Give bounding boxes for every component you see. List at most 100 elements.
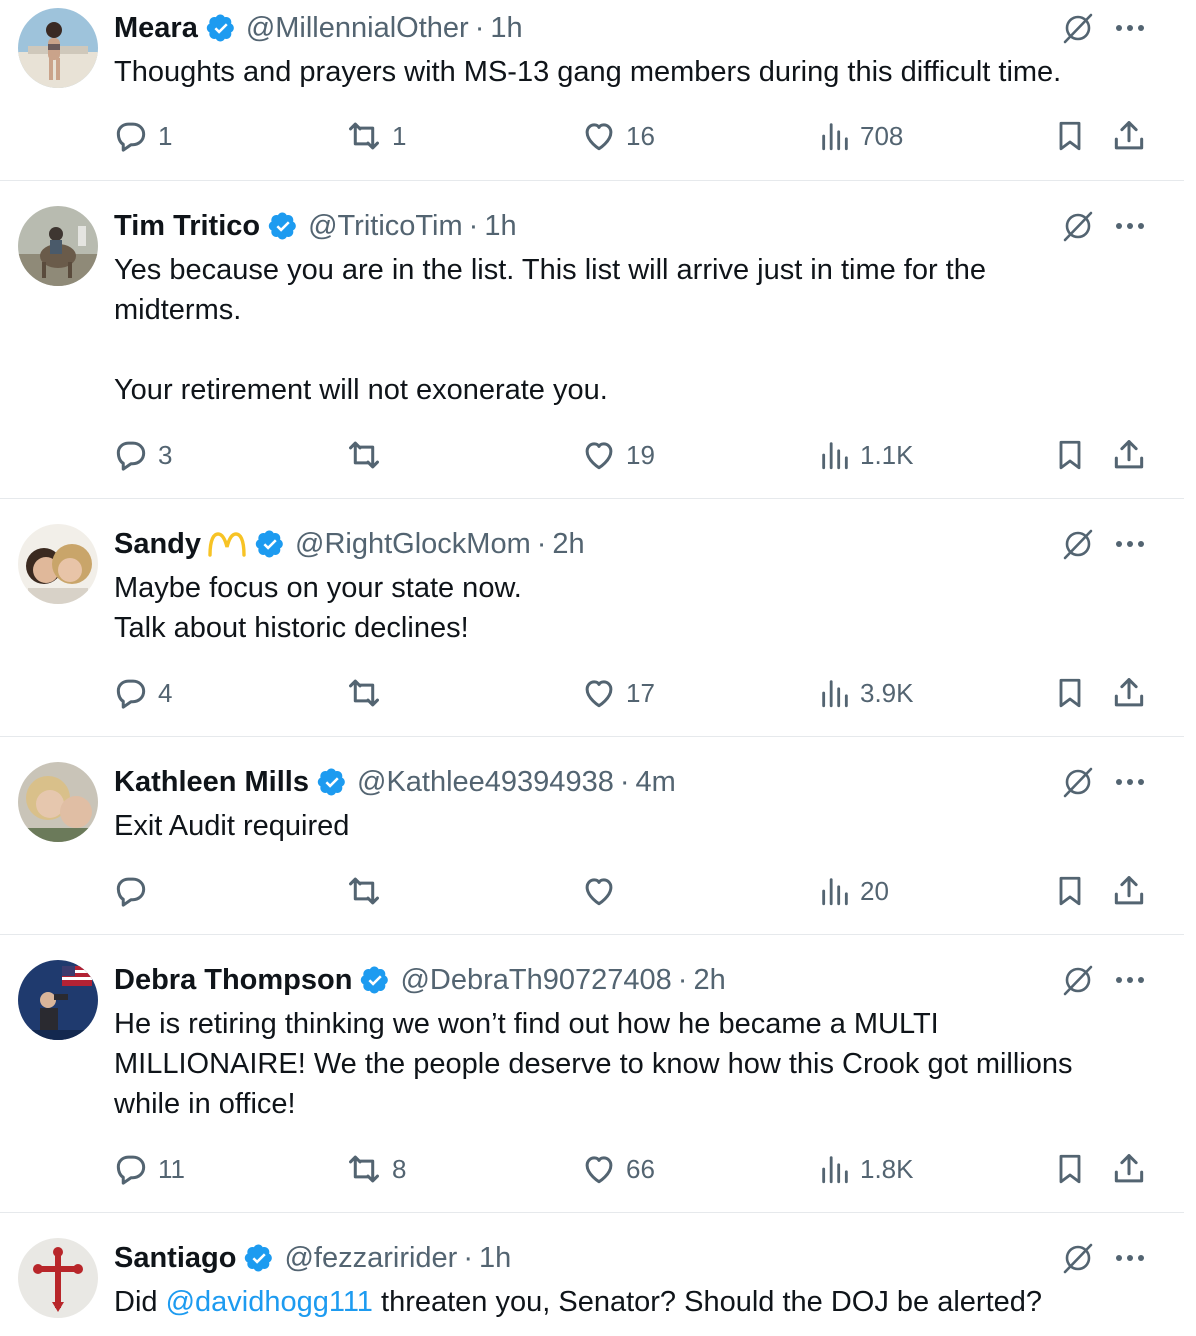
like-button[interactable] [580, 871, 618, 911]
avatar[interactable] [18, 1238, 98, 1318]
views-button[interactable]: 3.9K [818, 673, 914, 713]
views-button[interactable]: 1.1K [818, 435, 914, 475]
more-icon[interactable] [1110, 206, 1150, 246]
reply-button[interactable]: 4 [112, 673, 172, 713]
handle[interactable]: @fezzaririder [284, 1242, 457, 1275]
separator: · [536, 527, 547, 560]
display-name[interactable]: Sandy [114, 528, 201, 561]
handle[interactable]: @RightGlockMom [295, 528, 531, 561]
grok-icon[interactable] [1058, 8, 1098, 48]
tweet-text-line: Talk about historic declines! [114, 612, 469, 644]
more-icon[interactable] [1110, 524, 1150, 564]
share-button[interactable] [1110, 116, 1148, 156]
display-name[interactable]: Tim Tritico [114, 210, 260, 243]
display-name[interactable]: Santiago [114, 1242, 236, 1275]
bookmark-button[interactable] [1052, 116, 1088, 156]
timestamp[interactable]: 1h [490, 12, 522, 45]
more-icon[interactable] [1110, 1238, 1150, 1278]
handle[interactable]: @DebraTh90727408 [400, 964, 671, 997]
views-button[interactable]: 1.8K [818, 1149, 914, 1189]
display-name[interactable]: Kathleen Mills [114, 766, 309, 799]
reply-button[interactable]: 11 [112, 1149, 185, 1189]
mention-link[interactable]: @davidhogg111 [166, 1286, 373, 1318]
more-icon[interactable] [1110, 8, 1150, 48]
repost-button[interactable] [344, 435, 392, 475]
action-bar: 4 17 3.9K [0, 673, 1196, 713]
tweet-header: Tim Tritico @TriticoTim · 1h [114, 206, 517, 246]
bookmark-button[interactable] [1052, 871, 1088, 911]
like-count: 66 [626, 1153, 655, 1184]
timestamp[interactable]: 1h [479, 1242, 511, 1275]
reply-count: 11 [158, 1153, 185, 1184]
tweet[interactable]: Debra Thompson @DebraTh90727408 · 2h He … [0, 935, 1196, 1213]
grok-icon[interactable] [1058, 762, 1098, 802]
more-icon[interactable] [1110, 960, 1150, 1000]
separator: · [468, 209, 479, 242]
reply-count: 1 [158, 120, 173, 151]
reply-button[interactable]: 3 [112, 435, 172, 475]
reply-button[interactable] [112, 871, 150, 911]
repost-button[interactable]: 8 [344, 1149, 406, 1189]
tweet-text-line: Exit Audit required [114, 810, 350, 842]
like-button[interactable]: 19 [580, 435, 655, 475]
views-button[interactable]: 708 [818, 116, 903, 156]
tweet-header: Meara @MillennialOther · 1h [114, 8, 523, 48]
timestamp[interactable]: 2h [552, 528, 584, 561]
avatar[interactable] [18, 206, 98, 286]
repost-button[interactable] [344, 673, 392, 713]
like-button[interactable]: 17 [580, 673, 655, 713]
tweet[interactable]: Kathleen Mills @Kathlee49394938 · 4m Exi… [0, 737, 1196, 935]
timestamp[interactable]: 4m [636, 766, 676, 799]
reply-count: 3 [158, 439, 173, 470]
like-count: 17 [626, 677, 655, 708]
verified-badge-icon [255, 529, 285, 559]
avatar[interactable] [18, 8, 98, 88]
mcdonalds-arches-icon [207, 531, 247, 557]
views-count: 708 [860, 120, 904, 151]
repost-button[interactable] [344, 871, 384, 911]
handle[interactable]: @TriticoTim [308, 210, 463, 243]
like-count: 19 [626, 439, 655, 470]
tweet-header: Kathleen Mills @Kathlee49394938 · 4m [114, 762, 676, 802]
avatar[interactable] [18, 762, 98, 842]
display-name[interactable]: Debra Thompson [114, 964, 352, 997]
handle[interactable]: @Kathlee49394938 [357, 766, 614, 799]
tweet-text-segment: threaten you, Senator? Should the DOJ be… [372, 1286, 1043, 1318]
verified-badge-icon [360, 965, 390, 995]
share-button[interactable] [1110, 673, 1148, 713]
tweet[interactable]: Tim Tritico @TriticoTim · 1h Yes because… [0, 181, 1196, 499]
bookmark-button[interactable] [1052, 1149, 1088, 1189]
views-button[interactable]: 20 [818, 871, 889, 911]
tweet[interactable]: Sandy @RightGlockMom · 2h Maybe focus on… [0, 499, 1196, 737]
reply-button[interactable]: 1 [112, 116, 172, 156]
avatar[interactable] [18, 960, 98, 1040]
grok-icon[interactable] [1058, 1238, 1098, 1278]
bookmark-button[interactable] [1052, 435, 1088, 475]
action-bar: 11 8 66 1.8K [0, 1149, 1196, 1189]
timestamp[interactable]: 1h [484, 210, 516, 243]
tweet[interactable]: Meara @MillennialOther · 1h Thoughts and… [0, 0, 1196, 181]
tweet-header: Debra Thompson @DebraTh90727408 · 2h [114, 960, 726, 1000]
tweet-text: Did @davidhogg111 threaten you, Senator?… [114, 1282, 1154, 1322]
share-button[interactable] [1110, 435, 1148, 475]
grok-icon[interactable] [1058, 206, 1098, 246]
bookmark-button[interactable] [1052, 673, 1088, 713]
tweet-header: Santiago @fezzaririder · 1h [114, 1238, 511, 1278]
share-button[interactable] [1110, 871, 1148, 911]
display-name[interactable]: Meara [114, 12, 198, 45]
tweet-text: Thoughts and prayers with MS-13 gang mem… [114, 52, 1154, 92]
tweet-text-line: Your retirement will not exonerate you. [114, 374, 608, 406]
share-button[interactable] [1110, 1149, 1148, 1189]
handle[interactable]: @MillennialOther [246, 12, 469, 45]
grok-icon[interactable] [1058, 524, 1098, 564]
timestamp[interactable]: 2h [693, 964, 725, 997]
more-icon[interactable] [1110, 762, 1150, 802]
grok-icon[interactable] [1058, 960, 1098, 1000]
like-button[interactable]: 66 [580, 1149, 655, 1189]
like-button[interactable]: 16 [580, 116, 655, 156]
tweet-text-line: Thoughts and prayers with MS-13 gang mem… [114, 56, 1062, 88]
repost-button[interactable]: 1 [344, 116, 406, 156]
tweet[interactable]: Santiago @fezzaririder · 1h Did @davidho… [0, 1213, 1196, 1336]
avatar[interactable] [18, 524, 98, 604]
tweet-text: Maybe focus on your state now. Talk abou… [114, 568, 1154, 648]
